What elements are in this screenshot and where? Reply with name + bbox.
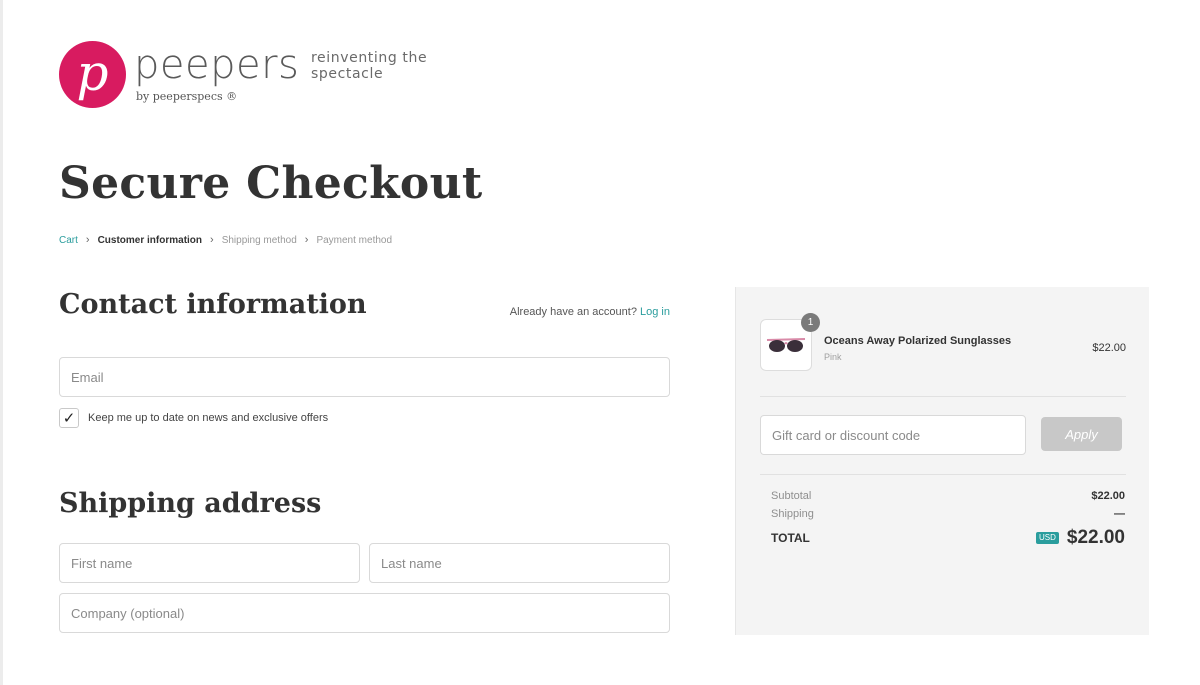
product-variant: Pink (824, 352, 842, 362)
login-prompt: Already have an account? Log in (510, 306, 670, 318)
login-link[interactable]: Log in (640, 306, 670, 318)
subtotal-label: Subtotal (771, 490, 812, 502)
brand-tagline: reinventing the spectacle (311, 50, 428, 82)
logo-mark-icon: p (59, 41, 126, 108)
divider (760, 474, 1126, 475)
sunglasses-icon (766, 338, 806, 352)
contact-section-title: Contact information (59, 289, 367, 320)
breadcrumb-customer-information: Customer information (97, 234, 203, 246)
total-row: TOTAL USD $22.00 (771, 527, 1125, 549)
brand-name: peepers (134, 42, 300, 88)
shipping-row: Shipping — (771, 508, 1125, 520)
chevron-right-icon: › (304, 234, 309, 246)
first-name-field[interactable] (59, 543, 360, 583)
product-name: Oceans Away Polarized Sunglasses (824, 335, 1012, 347)
order-line-item: 1 Oceans Away Polarized Sunglasses Pink … (760, 313, 1126, 371)
breadcrumb-payment-method: Payment method (316, 234, 393, 246)
page-title: Secure Checkout (59, 158, 483, 209)
newsletter-checkbox[interactable]: ✓ (59, 408, 79, 428)
window-edge (0, 0, 3, 685)
breadcrumb-cart[interactable]: Cart (59, 235, 78, 246)
newsletter-label: Keep me up to date on news and exclusive… (88, 412, 329, 424)
chevron-right-icon: › (210, 234, 214, 246)
product-thumbnail: 1 (760, 313, 820, 371)
breadcrumb: Cart › Customer information › Shipping m… (59, 234, 392, 246)
order-summary: 1 Oceans Away Polarized Sunglasses Pink … (735, 287, 1149, 635)
checkmark-icon: ✓ (62, 409, 76, 427)
chevron-right-icon: › (85, 234, 90, 246)
shipping-value: — (1114, 508, 1125, 520)
brand-logo[interactable]: p peepers reinventing the spectacle by p… (59, 41, 439, 111)
divider (760, 396, 1126, 397)
apply-discount-button[interactable]: Apply (1041, 417, 1122, 451)
subtotal-row: Subtotal $22.00 (771, 490, 1125, 502)
subtotal-value: $22.00 (1091, 490, 1125, 502)
shipping-label: Shipping (771, 508, 814, 520)
login-prompt-text: Already have an account? (509, 306, 637, 318)
logo-letter: p (76, 43, 109, 102)
breadcrumb-shipping-method: Shipping method (221, 234, 297, 246)
shipping-section-title: Shipping address (59, 488, 322, 519)
total-label: TOTAL (771, 531, 810, 545)
email-field[interactable] (59, 357, 670, 397)
last-name-field[interactable] (369, 543, 670, 583)
total-value: $22.00 (1066, 527, 1125, 548)
quantity-badge: 1 (801, 313, 820, 332)
brand-byline: by peeperspecs ® (136, 90, 238, 103)
currency-badge: USD (1035, 532, 1059, 544)
total-amount: USD $22.00 (1035, 527, 1125, 549)
discount-code-field[interactable] (760, 415, 1026, 455)
product-price: $22.00 (1092, 342, 1126, 354)
company-field[interactable] (59, 593, 670, 633)
newsletter-option[interactable]: ✓ Keep me up to date on news and exclusi… (59, 408, 328, 428)
